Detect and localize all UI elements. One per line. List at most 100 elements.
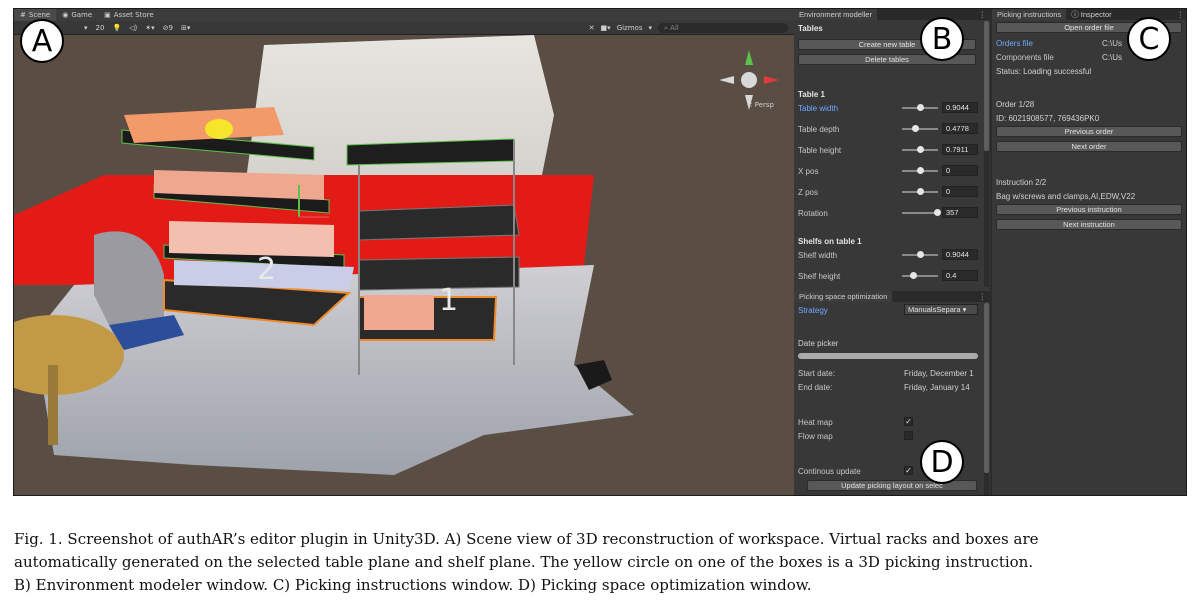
flow-map-label: Flow map <box>798 431 833 441</box>
tab-game[interactable]: ◉ Game <box>56 9 98 21</box>
table-slider-knob[interactable] <box>917 146 924 153</box>
tab-picking-instructions[interactable]: Picking instructions <box>992 9 1067 20</box>
draw-mode-dropdown[interactable]: ▾ <box>80 24 92 32</box>
env-scroll-thumb[interactable] <box>984 21 989 151</box>
table-slider[interactable] <box>902 209 942 216</box>
shelf-value-field[interactable]: 0.9044 <box>942 249 978 260</box>
shelf-field-row: Shelf height 0.4 <box>798 270 982 282</box>
components-file-path[interactable]: C:\Us <box>1102 53 1122 62</box>
table-value-field[interactable]: 0 <box>942 165 978 176</box>
strategy-value: ManualsSepara <box>908 305 961 314</box>
start-date-label: Start date: <box>798 368 835 378</box>
hidden-objects-icon[interactable]: ⊘9 <box>159 24 177 32</box>
lighting-toggle-icon[interactable]: 💡 <box>108 24 125 32</box>
caption-line-3: B) Environment modeler window. C) Pickin… <box>14 576 812 594</box>
label-a: A <box>20 19 64 63</box>
grid-size-value[interactable]: 20 <box>92 24 109 32</box>
optim-scroll-thumb[interactable] <box>984 303 989 473</box>
table-value-field[interactable]: 0.4778 <box>942 123 978 134</box>
tab-asset-store-label: Asset Store <box>113 11 154 19</box>
previous-order-button[interactable]: Previous order <box>996 126 1182 137</box>
environment-modeller-panel: Environment modeller ⋮ Tables Create new… <box>794 9 990 291</box>
table-slider[interactable] <box>902 146 938 153</box>
table-value-field[interactable]: 0.9044 <box>942 102 978 113</box>
camera-icon[interactable]: ■▾ <box>601 24 611 32</box>
table-slider[interactable] <box>902 104 938 111</box>
tab-asset-store[interactable]: ▣ Asset Store <box>98 9 160 21</box>
tools-icon[interactable]: ✕ <box>589 24 595 32</box>
tab-picking-space-optimization[interactable]: Picking space optimization <box>794 291 893 302</box>
scene-toolbar: ▾ 20 💡 ◁) ✶▾ ⊘9 ⊞▾ ✕ ■▾ Gizmos ▾ ⌕ All <box>14 21 794 35</box>
env-tab-bar: Environment modeller ⋮ <box>794 9 990 20</box>
info-icon: ⓘ <box>1071 10 1079 19</box>
table-slider-knob[interactable] <box>911 125 919 132</box>
table-slider[interactable] <box>902 167 938 174</box>
table-value-field[interactable]: 0 <box>942 186 978 197</box>
table-field-row: Rotation 357 <box>798 207 982 219</box>
shelf-value-field[interactable]: 0.4 <box>942 270 978 281</box>
shelf-field-label: Shelf height <box>798 271 841 281</box>
table-slider[interactable] <box>902 125 938 132</box>
env-scrollbar[interactable] <box>984 21 989 287</box>
optim-scrollbar[interactable] <box>984 303 989 495</box>
audio-toggle-icon[interactable]: ◁) <box>125 24 141 32</box>
shelf-slider-knob[interactable] <box>909 272 917 279</box>
shelf-field-label: Shelf width <box>798 250 838 260</box>
flow-map-checkbox[interactable] <box>904 431 913 440</box>
asset-store-icon: ▣ <box>104 11 111 19</box>
table-field-label: Table height <box>798 145 842 155</box>
end-date-value[interactable]: Friday, January 14 <box>904 383 970 392</box>
shelf-slider[interactable] <box>902 272 938 279</box>
shelf-slider-knob[interactable] <box>917 251 924 258</box>
next-instruction-button[interactable]: Next instruction <box>996 219 1182 230</box>
date-range-slider[interactable] <box>798 353 978 359</box>
table-field-label: Z pos <box>798 187 819 197</box>
scene-view[interactable]: # Scene ◉ Game ▣ Asset Store ▾ 20 💡 ◁) ✶▾ ⊘… <box>14 9 794 495</box>
tab-inspector-label: Inspector <box>1080 10 1112 19</box>
table-slider-knob[interactable] <box>934 209 942 216</box>
label-b: B <box>920 17 964 61</box>
strategy-label: Strategy <box>798 305 828 315</box>
orders-file-path[interactable]: C:\Us <box>1102 39 1122 48</box>
table-field-label: Rotation <box>798 208 828 218</box>
grid-toggle-icon[interactable]: ⊞▾ <box>177 24 194 32</box>
end-date-label: End date: <box>798 382 833 392</box>
table-field-row: Table depth 0.4778 <box>798 123 982 135</box>
table-field-label: Table width <box>798 103 839 113</box>
shelf-label-2: 2 <box>257 252 276 287</box>
picking-instruction-marker <box>205 119 233 139</box>
table-value-field[interactable]: 357 <box>942 207 978 218</box>
scene-search-placeholder: All <box>670 23 679 32</box>
perspective-label[interactable]: < Persp <box>747 101 774 109</box>
tab-inspector[interactable]: ⓘ Inspector <box>1066 9 1116 20</box>
table-value-field[interactable]: 0.7911 <box>942 144 978 155</box>
continuous-update-checkbox[interactable]: ✓ <box>904 466 913 475</box>
next-order-button[interactable]: Next order <box>996 141 1182 152</box>
table-field-row: Table width 0.9044 <box>798 102 982 114</box>
start-date-value[interactable]: Friday, December 1 <box>904 369 974 378</box>
instruction-text: Bag w/screws and clamps,AI,EDW,V22 <box>996 191 1136 201</box>
previous-instruction-button[interactable]: Previous instruction <box>996 204 1182 215</box>
heat-map-checkbox[interactable]: ✓ <box>904 417 913 426</box>
shelf-slider[interactable] <box>902 251 938 258</box>
label-c: C <box>1127 17 1171 61</box>
gizmos-dropdown[interactable]: Gizmos <box>617 24 643 32</box>
tab-environment-modeller[interactable]: Environment modeller <box>794 9 877 20</box>
env-menu-icon[interactable]: ⋮ <box>979 10 991 19</box>
table-slider[interactable] <box>902 188 938 195</box>
game-tab-icon: ◉ <box>62 11 69 19</box>
table-slider-knob[interactable] <box>917 104 924 111</box>
scene-search-input[interactable]: ⌕ All <box>658 22 788 33</box>
tab-game-label: Game <box>71 11 93 19</box>
table-slider-knob[interactable] <box>917 167 924 174</box>
shelf-heading: Shelfs on table 1 <box>798 236 862 246</box>
optim-menu-icon[interactable]: ⋮ <box>979 292 991 301</box>
picking-menu-icon[interactable]: ⋮ <box>1177 10 1187 19</box>
table-field-row: X pos 0 <box>798 165 982 177</box>
gizmos-chevron-icon[interactable]: ▾ <box>648 24 652 32</box>
table-slider-knob[interactable] <box>917 188 924 195</box>
table-heading: Table 1 <box>798 89 825 99</box>
effects-toggle-icon[interactable]: ✶▾ <box>141 24 158 32</box>
tab-scene-label: Scene <box>28 11 51 19</box>
strategy-dropdown[interactable]: ManualsSepara ▾ <box>904 304 978 315</box>
